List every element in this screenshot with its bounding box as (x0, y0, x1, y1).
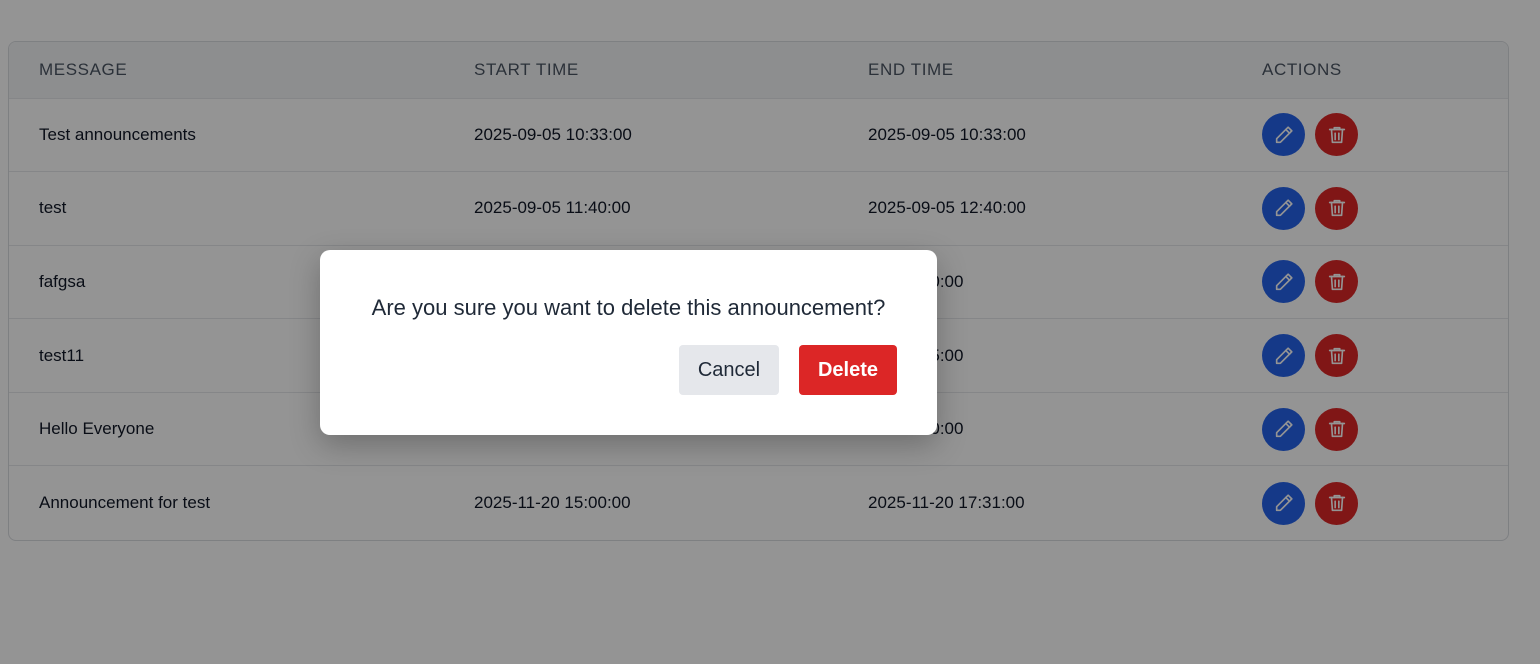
delete-confirm-dialog: Are you sure you want to delete this ann… (320, 250, 937, 435)
dialog-buttons: Cancel Delete (679, 345, 897, 395)
dialog-message: Are you sure you want to delete this ann… (371, 295, 886, 320)
confirm-delete-button[interactable]: Delete (799, 345, 897, 395)
page: MESSAGE START TIME END TIME ACTIONS Test… (0, 0, 1540, 664)
cancel-button[interactable]: Cancel (679, 345, 779, 395)
